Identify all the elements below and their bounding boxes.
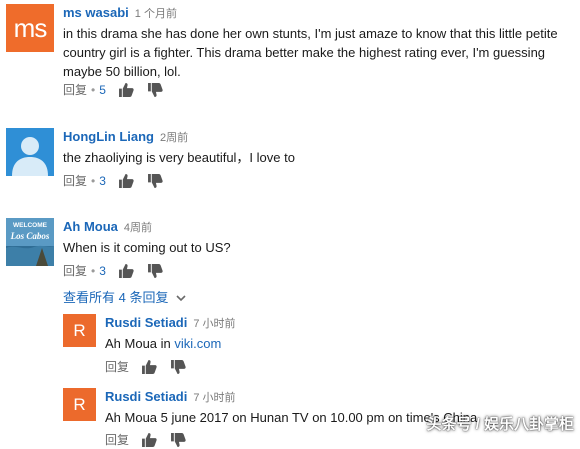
svg-text:WELCOME: WELCOME <box>13 222 48 229</box>
thumbs-down-icon[interactable] <box>147 263 163 278</box>
comment-ah-moua: WELCOME Los Cabos Ah Moua 4周前 When is it … <box>6 218 576 308</box>
author-name[interactable]: Rusdi Setiadi <box>105 315 187 330</box>
avatar[interactable]: WELCOME Los Cabos <box>6 218 54 266</box>
thumbs-down-icon[interactable] <box>147 82 163 97</box>
reply-header: Rusdi Setiadi 7 小时前 <box>105 314 236 332</box>
timestamp: 4周前 <box>123 222 153 234</box>
viki-link[interactable]: viki.com <box>174 336 221 351</box>
reply-button[interactable]: 回复 <box>63 81 87 98</box>
like-count: 3 <box>99 173 106 188</box>
thumbs-down-icon[interactable] <box>147 173 163 188</box>
view-all-replies-button[interactable]: 查看所有 4 条回复 <box>63 287 186 306</box>
svg-text:Los Cabos: Los Cabos <box>10 231 50 241</box>
comment-header: ms wasabi 1 个月前 <box>63 4 177 22</box>
avatar[interactable]: R <box>63 314 96 347</box>
comment-actions: 回复 • 3 <box>63 262 163 280</box>
author-name[interactable]: Rusdi Setiadi <box>105 389 187 404</box>
comment-actions: 回复 • 5 <box>63 81 163 99</box>
comment-honglin-liang: HongLin Liang 2周前 the zhaoliying is very … <box>6 128 576 192</box>
reply-button[interactable]: 回复 <box>63 172 87 189</box>
avatar[interactable]: R <box>63 388 96 421</box>
reply-actions: 回复 <box>105 431 186 449</box>
author-name[interactable]: HongLin Liang <box>63 129 154 144</box>
thumbs-down-icon[interactable] <box>170 359 186 374</box>
timestamp: 7 小时前 <box>193 392 236 404</box>
comment-ms-wasabi: ms ms wasabi 1 个月前 in this drama she has … <box>6 4 576 100</box>
comment-header: HongLin Liang 2周前 <box>63 128 188 146</box>
comment-text: in this drama she has done her own stunt… <box>63 26 558 79</box>
reply-rusdi-setiadi-1: R Rusdi Setiadi 7 小时前 Ah Moua in viki.com… <box>63 314 573 380</box>
chevron-down-icon <box>176 295 186 302</box>
author-name[interactable]: ms wasabi <box>63 5 129 20</box>
los-cabos-image: WELCOME Los Cabos <box>6 218 54 266</box>
reply-actions: 回复 <box>105 358 186 376</box>
thumbs-up-icon[interactable] <box>119 173 134 188</box>
reply-button[interactable]: 回复 <box>105 358 129 375</box>
timestamp: 1 个月前 <box>134 8 177 20</box>
thumbs-up-icon[interactable] <box>119 263 134 278</box>
avatar[interactable] <box>6 128 54 176</box>
comment-text: When is it coming out to US? <box>63 240 231 255</box>
separator-dot: • <box>91 82 96 97</box>
watermark: 头条号 / 娱乐八卦掌柜 <box>426 416 574 433</box>
reply-text: Ah Moua in viki.com <box>105 334 565 353</box>
reply-text-prefix: Ah Moua in <box>105 336 175 351</box>
thumbs-up-icon[interactable] <box>142 359 158 374</box>
separator-dot: • <box>91 173 96 188</box>
author-name[interactable]: Ah Moua <box>63 219 118 234</box>
timestamp: 2周前 <box>159 132 189 144</box>
comment-header: Ah Moua 4周前 <box>63 218 152 236</box>
timestamp: 7 小时前 <box>193 318 236 330</box>
avatar[interactable]: ms <box>6 4 54 52</box>
comment-text: the zhaoliying is very beautiful，I love … <box>63 150 295 165</box>
separator-dot: • <box>91 263 96 278</box>
comment-actions: 回复 • 3 <box>63 172 163 190</box>
thumbs-up-icon[interactable] <box>119 82 134 97</box>
like-count: 3 <box>99 263 106 278</box>
view-replies-label: 查看所有 4 条回复 <box>63 290 169 305</box>
reply-button[interactable]: 回复 <box>63 262 87 279</box>
default-user-icon <box>12 137 48 176</box>
reply-header: Rusdi Setiadi 7 小时前 <box>105 388 236 406</box>
like-count: 5 <box>99 82 106 97</box>
